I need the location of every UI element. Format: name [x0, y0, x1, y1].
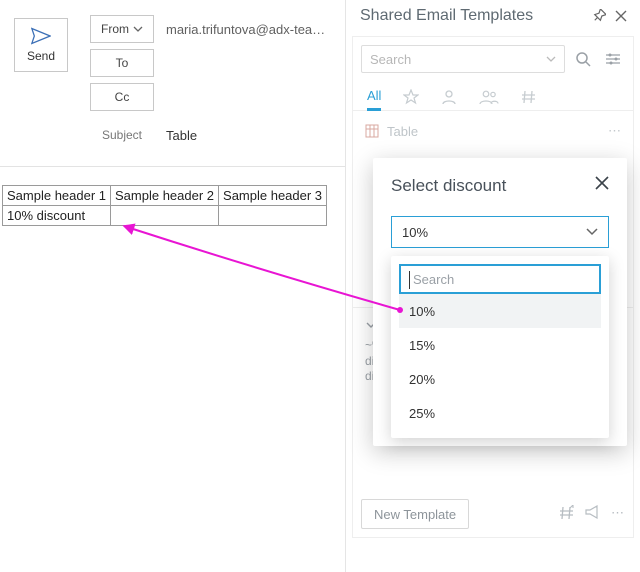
tab-all[interactable]: All — [367, 84, 381, 111]
from-value: maria.trifuntova@adx-tea… — [166, 22, 325, 37]
panel-footer: New Template ⋯ — [361, 499, 625, 529]
panel-search-input[interactable]: Search — [361, 45, 565, 73]
cc-label: Cc — [115, 90, 130, 104]
pin-icon[interactable] — [588, 9, 610, 23]
star-icon — [403, 89, 419, 105]
table-icon — [365, 124, 379, 138]
subject-label: Subject — [90, 128, 154, 142]
close-icon — [594, 175, 610, 191]
discount-dropdown[interactable]: 10% — [391, 216, 609, 248]
table-header-cell[interactable]: Sample header 3 — [219, 186, 327, 206]
compose-header: Send From maria.trifuntova@adx-tea… To C… — [0, 0, 345, 160]
dialog-title: Select discount — [391, 176, 609, 196]
cc-button[interactable]: Cc — [90, 83, 154, 111]
divider — [0, 166, 345, 167]
item-menu-icon[interactable]: ⋯ — [608, 123, 621, 139]
tab-personal[interactable] — [441, 83, 457, 110]
tab-favorites[interactable] — [403, 83, 419, 110]
templates-list: Table ⋯ — [353, 111, 633, 151]
dropdown-option[interactable]: 15% — [399, 328, 601, 362]
send-button[interactable]: Send — [14, 18, 68, 72]
new-template-button[interactable]: New Template — [361, 499, 469, 529]
tab-tags[interactable] — [521, 83, 537, 110]
dropdown-list: Search 10% 15% 20% 25% — [391, 256, 609, 438]
search-icon[interactable] — [571, 47, 595, 71]
from-label: From — [101, 22, 129, 36]
list-item[interactable]: Table ⋯ — [359, 117, 627, 145]
chevron-down-icon — [133, 26, 143, 32]
table-cell[interactable] — [219, 206, 327, 226]
dropdown-search-placeholder: Search — [413, 272, 454, 287]
tabs: All — [353, 79, 633, 111]
close-icon[interactable] — [610, 10, 632, 22]
table-header-cell[interactable]: Sample header 2 — [111, 186, 219, 206]
people-icon — [479, 89, 499, 105]
dropdown-option[interactable]: 25% — [399, 396, 601, 430]
select-discount-dialog: Select discount 10% Search 10% 15% 20% 2… — [373, 158, 627, 446]
person-icon — [441, 89, 457, 105]
dropdown-value: 10% — [402, 225, 586, 240]
chevron-down-icon — [546, 56, 556, 62]
table-row: Sample header 1 Sample header 2 Sample h… — [3, 186, 327, 206]
announce-icon[interactable] — [585, 505, 601, 524]
table-header-cell[interactable]: Sample header 1 — [3, 186, 111, 206]
from-button[interactable]: From — [90, 15, 154, 43]
dropdown-option[interactable]: 20% — [399, 362, 601, 396]
to-label: To — [116, 56, 129, 70]
tab-team[interactable] — [479, 83, 499, 110]
list-item-label: Table — [387, 124, 418, 139]
to-button[interactable]: To — [90, 49, 154, 77]
search-placeholder: Search — [370, 52, 546, 67]
dropdown-search-input[interactable]: Search — [399, 264, 601, 294]
table-row: 10% discount — [3, 206, 327, 226]
subject-value[interactable]: Table — [166, 128, 197, 143]
table-cell[interactable]: 10% discount — [3, 206, 111, 226]
hash-action-icon[interactable] — [559, 505, 575, 524]
compose-pane: Send From maria.trifuntova@adx-tea… To C… — [0, 0, 346, 572]
chevron-down-icon — [586, 228, 598, 236]
table-cell[interactable] — [111, 206, 219, 226]
dialog-close-button[interactable] — [591, 172, 613, 194]
hash-icon — [521, 89, 537, 105]
more-icon[interactable]: ⋯ — [611, 505, 625, 524]
panel-header: Shared Email Templates — [346, 0, 640, 32]
send-label: Send — [27, 49, 55, 63]
settings-sliders-icon[interactable] — [601, 47, 625, 71]
body-table[interactable]: Sample header 1 Sample header 2 Sample h… — [2, 185, 327, 226]
send-icon — [31, 27, 51, 45]
dropdown-option[interactable]: 10% — [399, 294, 601, 328]
panel-title: Shared Email Templates — [360, 7, 588, 25]
